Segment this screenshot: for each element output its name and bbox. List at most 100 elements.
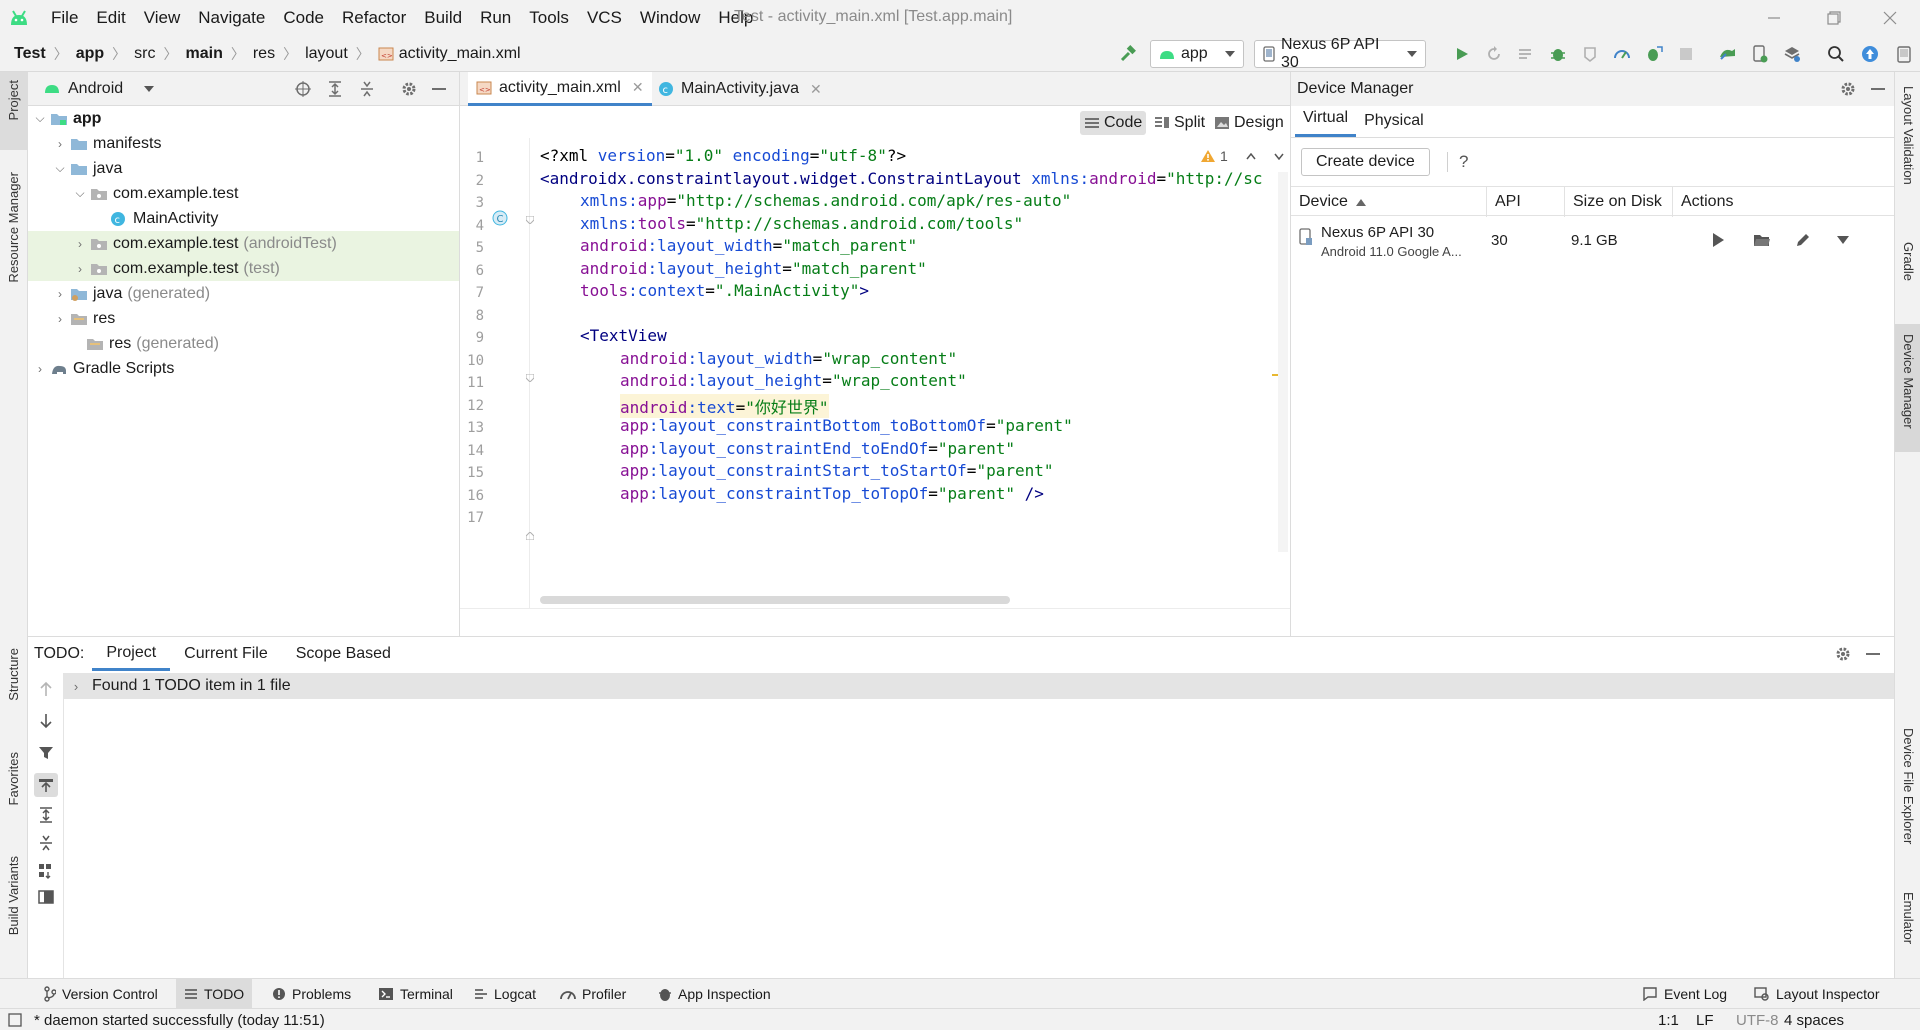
code-line-2[interactable]: <androidx.constraintlayout.widget.Constr… bbox=[540, 169, 1262, 188]
collapse-all-icon[interactable] bbox=[358, 80, 376, 98]
attach-debugger-icon[interactable] bbox=[1644, 44, 1664, 64]
preview-source-icon[interactable] bbox=[34, 773, 58, 797]
status-panel-toggle-icon[interactable] bbox=[8, 1013, 22, 1027]
breadcrumb-layout[interactable]: layout bbox=[305, 45, 348, 63]
tree-item-java-generated[interactable]: › java (generated) bbox=[28, 281, 459, 306]
status-message[interactable]: * daemon started successfully (today 11:… bbox=[34, 1009, 325, 1030]
tool-tab-favorites[interactable]: Favorites bbox=[6, 752, 21, 805]
tree-item-android-test[interactable]: › com.example.test (androidTest) bbox=[28, 231, 459, 256]
chevron-right-icon[interactable]: › bbox=[72, 262, 88, 276]
todo-tab-project[interactable]: Project bbox=[92, 637, 171, 671]
tab-physical[interactable]: Physical bbox=[1356, 112, 1432, 137]
chevron-right-icon[interactable]: › bbox=[52, 137, 68, 151]
code-line-14[interactable]: app:layout_constraintEnd_toEndOf="parent… bbox=[620, 439, 1015, 458]
chevron-right-icon[interactable]: › bbox=[52, 287, 68, 301]
tool-terminal[interactable]: Terminal bbox=[370, 979, 461, 1009]
next-highlight-icon[interactable] bbox=[1274, 153, 1284, 160]
chevron-down-icon[interactable]: ⌵ bbox=[72, 186, 88, 201]
restore-window-button[interactable] bbox=[1804, 6, 1864, 30]
menu-refactor[interactable]: Refactor bbox=[333, 8, 415, 28]
device-row[interactable]: Nexus 6P API 30 Android 11.0 Google A...… bbox=[1291, 216, 1895, 266]
chevron-down-icon[interactable]: ⌵ bbox=[32, 111, 48, 126]
tool-layout-inspector[interactable]: Layout Inspector bbox=[1746, 979, 1888, 1009]
gear-icon[interactable] bbox=[400, 80, 418, 98]
code-line-7[interactable]: tools:context=".MainActivity"> bbox=[580, 281, 869, 300]
todo-tab-current-file[interactable]: Current File bbox=[170, 637, 282, 671]
tool-tab-device-file-explorer[interactable]: Device File Explorer bbox=[1901, 728, 1916, 844]
code-line-11[interactable]: android:layout_height="wrap_content" bbox=[620, 371, 967, 390]
tree-item-gradle-scripts[interactable]: › Gradle Scripts bbox=[28, 356, 459, 381]
line-separator[interactable]: LF bbox=[1696, 1009, 1714, 1030]
hide-panel-icon[interactable] bbox=[1871, 88, 1885, 90]
tab-mainactivity-java[interactable]: c MainActivity.java ✕ bbox=[650, 72, 830, 106]
expand-all-icon[interactable] bbox=[326, 80, 344, 98]
apply-changes-restart-icon[interactable] bbox=[1484, 44, 1504, 64]
profiler-icon[interactable] bbox=[1612, 44, 1632, 64]
make-project-hammer-icon[interactable] bbox=[1118, 44, 1138, 64]
filter-icon[interactable] bbox=[36, 743, 56, 763]
fold-icon[interactable] bbox=[526, 216, 534, 224]
menu-code[interactable]: Code bbox=[274, 8, 333, 28]
tool-tab-layout-validation[interactable]: Layout Validation bbox=[1901, 86, 1916, 185]
tool-tab-gradle[interactable]: Gradle bbox=[1901, 242, 1916, 281]
search-icon[interactable] bbox=[1826, 44, 1846, 64]
menu-navigate[interactable]: Navigate bbox=[189, 8, 274, 28]
fold-icon[interactable] bbox=[526, 374, 534, 382]
project-view-mode[interactable]: Android bbox=[68, 80, 123, 98]
tool-logcat[interactable]: Logcat bbox=[466, 979, 544, 1009]
sync-gradle-icon[interactable] bbox=[1718, 44, 1738, 64]
code-line-15[interactable]: app:layout_constraintStart_toStartOf="pa… bbox=[620, 461, 1054, 480]
tree-item-test[interactable]: › com.example.test (test) bbox=[28, 256, 459, 281]
apply-code-changes-icon[interactable] bbox=[1516, 44, 1536, 64]
caret-position[interactable]: 1:1 bbox=[1658, 1009, 1679, 1030]
breadcrumb-main[interactable]: main bbox=[186, 45, 223, 63]
create-device-button[interactable]: Create device bbox=[1301, 148, 1430, 176]
tree-item-res-generated[interactable]: res (generated) bbox=[28, 331, 459, 356]
menu-run[interactable]: Run bbox=[471, 8, 520, 28]
arrow-up-icon[interactable] bbox=[36, 679, 56, 699]
menu-tools[interactable]: Tools bbox=[520, 8, 578, 28]
class-gutter-icon[interactable]: C bbox=[492, 210, 508, 226]
tool-tab-structure[interactable]: Structure bbox=[6, 648, 21, 701]
breadcrumb-file[interactable]: activity_main.xml bbox=[399, 45, 521, 63]
breadcrumb-src[interactable]: src bbox=[134, 45, 155, 63]
fold-end-icon[interactable] bbox=[526, 532, 534, 540]
run-configuration-select[interactable]: app bbox=[1150, 40, 1244, 68]
code-line-12[interactable]: android:text="你好世界" bbox=[620, 394, 829, 418]
editor-horizontal-scrollbar[interactable] bbox=[540, 596, 1010, 604]
help-icon[interactable]: ? bbox=[1459, 152, 1468, 172]
tool-tab-resource-manager[interactable]: Resource Manager bbox=[6, 172, 21, 283]
tool-tab-emulator[interactable]: Emulator bbox=[1901, 892, 1916, 944]
group-by-icon[interactable] bbox=[36, 861, 56, 881]
code-line-1[interactable]: <?xml version="1.0" encoding="utf-8"?> bbox=[540, 146, 906, 165]
tree-item-package[interactable]: ⌵ com.example.test bbox=[28, 181, 459, 206]
tool-profiler[interactable]: Profiler bbox=[552, 979, 634, 1009]
menu-build[interactable]: Build bbox=[415, 8, 471, 28]
close-window-button[interactable] bbox=[1860, 6, 1920, 30]
edit-pencil-icon[interactable] bbox=[1795, 232, 1811, 248]
device-manager-icon[interactable] bbox=[1750, 44, 1770, 64]
hide-panel-icon[interactable] bbox=[432, 88, 446, 90]
debug-icon[interactable] bbox=[1548, 44, 1568, 64]
preview-pane-icon[interactable] bbox=[36, 887, 56, 907]
code-line-3[interactable]: xmlns:app="http://schemas.android.com/ap… bbox=[580, 191, 1071, 210]
file-encoding[interactable]: UTF-8 bbox=[1736, 1009, 1779, 1030]
mode-split-button[interactable]: Split bbox=[1150, 111, 1209, 135]
tab-virtual[interactable]: Virtual bbox=[1295, 109, 1357, 137]
previous-highlight-icon[interactable] bbox=[1246, 152, 1256, 160]
menu-file[interactable]: File bbox=[42, 8, 87, 28]
locate-file-icon[interactable] bbox=[294, 80, 312, 98]
expand-all-icon[interactable] bbox=[36, 805, 56, 825]
tool-event-log[interactable]: Event Log bbox=[1634, 979, 1735, 1009]
menu-view[interactable]: View bbox=[135, 8, 190, 28]
tool-tab-project[interactable]: Project bbox=[6, 80, 21, 120]
tool-tab-device-manager[interactable]: Device Manager bbox=[1901, 334, 1916, 429]
menu-edit[interactable]: Edit bbox=[87, 8, 134, 28]
tree-item-mainactivity[interactable]: c MainActivity bbox=[28, 206, 459, 231]
more-actions-chevron-icon[interactable] bbox=[1837, 236, 1849, 244]
code-line-4[interactable]: xmlns:tools="http://schemas.android.com/… bbox=[580, 214, 1023, 233]
tool-todo[interactable]: TODO bbox=[176, 979, 253, 1009]
minimize-window-button[interactable] bbox=[1744, 6, 1804, 30]
sdk-manager-icon[interactable] bbox=[1782, 44, 1802, 64]
menu-vcs[interactable]: VCS bbox=[578, 8, 631, 28]
